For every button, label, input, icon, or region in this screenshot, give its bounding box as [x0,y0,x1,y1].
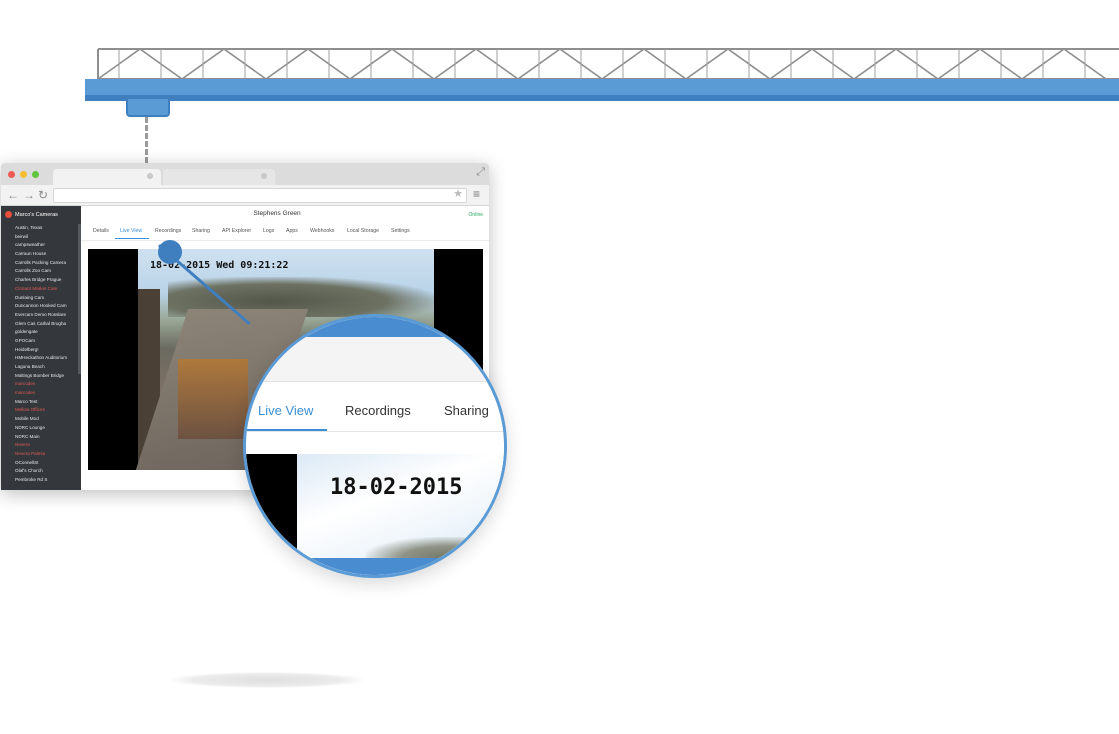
reload-icon[interactable]: ↻ [38,187,48,203]
tab-webhooks[interactable]: Webhooks [310,228,334,234]
magnifier-tab-recordings: Recordings [345,403,411,418]
magnifier-header-area [246,337,504,382]
camera-title: Stephens Green [253,210,301,217]
back-arrow-icon[interactable]: ← [7,187,19,203]
camera-list-item[interactable]: Olaf's Church [15,467,77,476]
sidebar-header[interactable]: Marco's Cameras [5,210,81,220]
camera-list-item[interactable]: Evercam Demo Rosslare [15,311,77,320]
camera-list-item[interactable]: Charles Bridge Prague [15,276,77,285]
camera-list-item[interactable]: OConnellSt [15,459,77,468]
camera-list-item[interactable]: Carrolls Packing Camera [15,259,77,268]
tabs-divider [81,240,489,241]
camera-list-item[interactable]: NDRC Lounge [15,424,77,433]
crane-beam-shade [85,95,1119,101]
tab-details[interactable]: Details [93,228,109,234]
browser-tab-active[interactable] [53,169,161,185]
magnifier-timestamp: 18-02-2015 [330,475,463,500]
camera-list-item[interactable]: Nevera [15,441,77,450]
magnifier-tabs-divider [246,431,504,432]
camera-list-item[interactable]: Austin, Texas [15,224,77,233]
camera-list-item[interactable]: Mellow Offices [15,406,77,415]
expand-icon[interactable]: ⤢ [476,166,485,179]
tab-recordings[interactable]: Recordings [155,228,181,234]
crane-truss [97,48,1119,80]
close-window-button[interactable] [8,171,15,178]
feed-construction-site [178,359,248,439]
camera-status-badge: Online [468,212,483,218]
camera-list-item[interactable]: Duncannon Hooked Cam [15,302,77,311]
camera-list-item[interactable]: Carraun House [15,250,77,259]
magnifier-handle [158,240,182,264]
active-tab-indicator [115,238,149,239]
hamburger-menu-icon[interactable]: ≡ [473,187,480,201]
hanging-cable [145,117,148,163]
camera-list-item[interactable]: Clonard Market Cam [15,285,77,294]
magnifier-tabs: Live View Recordings Sharing [246,403,504,425]
crane-clamp [126,99,170,117]
browser-toolbar: ← → ↻ ★ ≡ [1,185,489,206]
camera-list-item[interactable]: marcodev [15,380,77,389]
minimize-window-button[interactable] [20,171,27,178]
camera-list-item[interactable]: Pembroke Rd S [15,476,77,485]
magnifier-video-letterbox [246,454,297,575]
magnifier-lens: Live View Recordings Sharing 18-02-2015 [243,314,507,578]
magnifier-top-band [246,317,504,337]
camera-list-item[interactable]: NDRC Main [15,433,77,442]
camera-list-item[interactable]: Marco Test [15,398,77,407]
camera-list-item[interactable]: Carrolls Zoo Cam [15,267,77,276]
evercam-logo-icon [5,211,12,219]
camera-list-item[interactable]: marcodev [15,389,77,398]
tab-logs[interactable]: Logs [263,228,274,234]
floor-shadow [170,672,364,688]
camera-list-item[interactable]: HMHeckathon Auditorium [15,354,77,363]
camera-list-item[interactable]: campsweather [15,241,77,250]
maximize-window-button[interactable] [32,171,39,178]
magnifier-video: 18-02-2015 [246,442,504,575]
camera-list: Austin, Texas beirwil campsweather Carraun … [15,224,77,485]
camera-list-item[interactable]: Mobile Mod [15,415,77,424]
forward-arrow-icon[interactable]: → [23,187,35,203]
address-bar[interactable]: ★ [53,188,467,203]
camera-list-item[interactable]: GPOCam [15,337,77,346]
tab-live-view[interactable]: Live View [120,228,142,234]
camera-sidebar: Marco's Cameras Austin, Texas beirwil camp… [1,206,81,490]
tab-api-explorer[interactable]: API Explorer [222,228,251,234]
star-icon[interactable]: ★ [453,187,463,200]
tab-local-storage[interactable]: Local Storage [347,228,379,234]
camera-list-item[interactable]: Nevera Palmia [15,450,77,459]
camera-list-item[interactable]: beirwil [15,233,77,242]
camera-list-item[interactable]: Dunlaing Cam [15,294,77,303]
camera-list-item[interactable]: Maltings Bomber Bridge [15,372,77,381]
camera-list-item[interactable]: Laguna Beach [15,363,77,372]
browser-tab[interactable] [163,169,275,185]
magnifier-tab-sharing: Sharing [444,403,489,418]
browser-titlebar: ⤢ [1,163,489,185]
tab-apps[interactable]: Apps [286,228,298,234]
camera-list-item[interactable]: Glem Cas Cathal Brugha [15,320,77,329]
sidebar-title: Marco's Cameras [15,212,58,218]
magnifier-bottom-band [246,558,504,575]
camera-list-item[interactable]: goldengate [15,328,77,337]
close-tab-icon[interactable] [147,173,153,179]
tab-settings[interactable]: Settings [391,228,410,234]
camera-list-item[interactable]: Heidelberg! [15,346,77,355]
close-tab-icon[interactable] [261,173,267,179]
magnifier-tab-live-view: Live View [258,403,314,418]
tab-sharing[interactable]: Sharing [192,228,210,234]
